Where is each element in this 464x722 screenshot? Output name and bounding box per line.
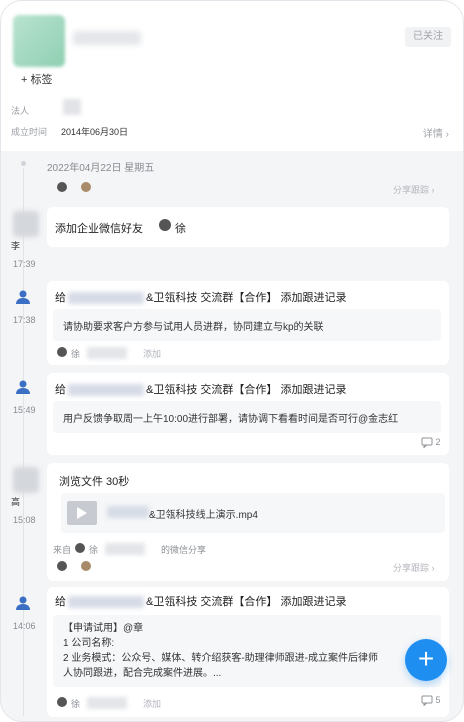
avatar [75,543,85,553]
legal-person-redacted [63,99,81,115]
customer-detail-screen: 已关注 + 标签 法人 成立时间 2014年06月30日 详情 › 2022年0… [0,0,464,722]
customer-header: 已关注 + 标签 法人 成立时间 2014年06月30日 详情 › [1,1,463,151]
user-icon [16,380,30,394]
user-avatar [13,467,39,493]
action-label: 添加 [143,349,162,359]
user-icon [16,290,30,304]
avatar [159,219,171,231]
file-name: &卫瓴科技线上演示.mp4 [149,510,258,521]
avatar [57,347,67,357]
file-attachment[interactable]: &卫瓴科技线上演示.mp4 [61,493,445,533]
timeline-line [23,166,24,716]
avatar [57,561,67,571]
user-avatar [13,211,39,237]
add-record-button[interactable]: + [405,639,447,681]
established-date: 2014年06月30日 [61,127,129,137]
add-tag-button[interactable]: + 标签 [21,71,52,87]
avatar [57,697,67,707]
avatar [81,182,91,192]
entry-time: 15:08 [13,515,36,525]
share-tracking-link[interactable]: 分享跟踪 › [393,561,435,574]
company-avatar [13,15,65,67]
redacted [87,347,127,359]
timeline-date-heading: 2022年04月22日 星期五 [47,163,155,174]
entry-time: 15:49 [13,405,36,415]
activity-title: 给 &卫瓴科技 交流群【合作】 添加跟进记录 [55,596,347,609]
company-name-redacted [73,31,141,45]
legal-person-label: 法人 [11,106,30,116]
share-tracking-link[interactable]: 分享跟踪 › [393,183,435,196]
record-content: 请协助要求客户方参与试用人员进群，协同建立与kp的关联 [53,309,441,341]
entry-time: 14:06 [13,621,36,631]
action-label: 添加 [143,699,162,709]
activity-title: 给 &卫瓴科技 交流群【合作】 添加跟进记录 [55,384,347,397]
entry-time: 17:38 [13,315,36,325]
activity-card[interactable]: 给 &卫瓴科技 交流群【合作】 添加跟进记录 用户反馈争取周一上午10:00进行部… [47,373,449,455]
activity-title: 添加企业微信好友 [55,223,143,235]
activity-card[interactable]: 给 &卫瓴科技 交流群【合作】 添加跟进记录 请协助要求客户方参与试用人员进群，协… [47,281,449,365]
avatar [57,182,67,192]
record-content: 用户反馈争取周一上午10:00进行部署，请协调下看看时间是否可行@金志红 [53,401,441,433]
user-icon [16,596,30,610]
entry-time: 17:39 [13,259,36,269]
author-name: 徐 [71,349,81,359]
comment-count[interactable]: 2 [421,437,441,449]
established-label: 成立时间 [11,127,48,137]
comment-icon [421,695,433,707]
mention-name: 徐 [175,223,186,235]
avatar [81,561,91,571]
user-name: 李 [11,241,21,251]
source-prefix: 来自 [53,545,72,555]
activity-card[interactable]: 给 &卫瓴科技 交流群【合作】 添加跟进记录 【申请试用】@章 1 公司名称: 2… [47,587,449,717]
follow-button[interactable]: 已关注 [405,27,451,47]
record-content: 【申请试用】@章 1 公司名称: 2 业务模式：公众号、媒体、转介绍获客-助理律… [53,615,441,687]
detail-link[interactable]: 详情 › [423,125,449,140]
source-suffix: 的微信分享 [161,545,207,555]
activity-card[interactable]: 添加企业微信好友 徐 [47,207,449,247]
user-name: 高 [11,497,21,507]
redacted [87,697,127,709]
redacted [107,506,149,518]
video-file-icon [67,501,97,525]
comment-count[interactable]: 5 [421,695,441,707]
redacted [105,543,145,555]
source-name: 徐 [89,545,99,555]
timeline-dot [19,159,28,168]
activity-title: 给 &卫瓴科技 交流群【合作】 添加跟进记录 [55,292,347,305]
comment-icon [421,437,433,449]
author-name: 徐 [71,699,81,709]
activity-title: 浏览文件 30秒 [59,476,130,488]
